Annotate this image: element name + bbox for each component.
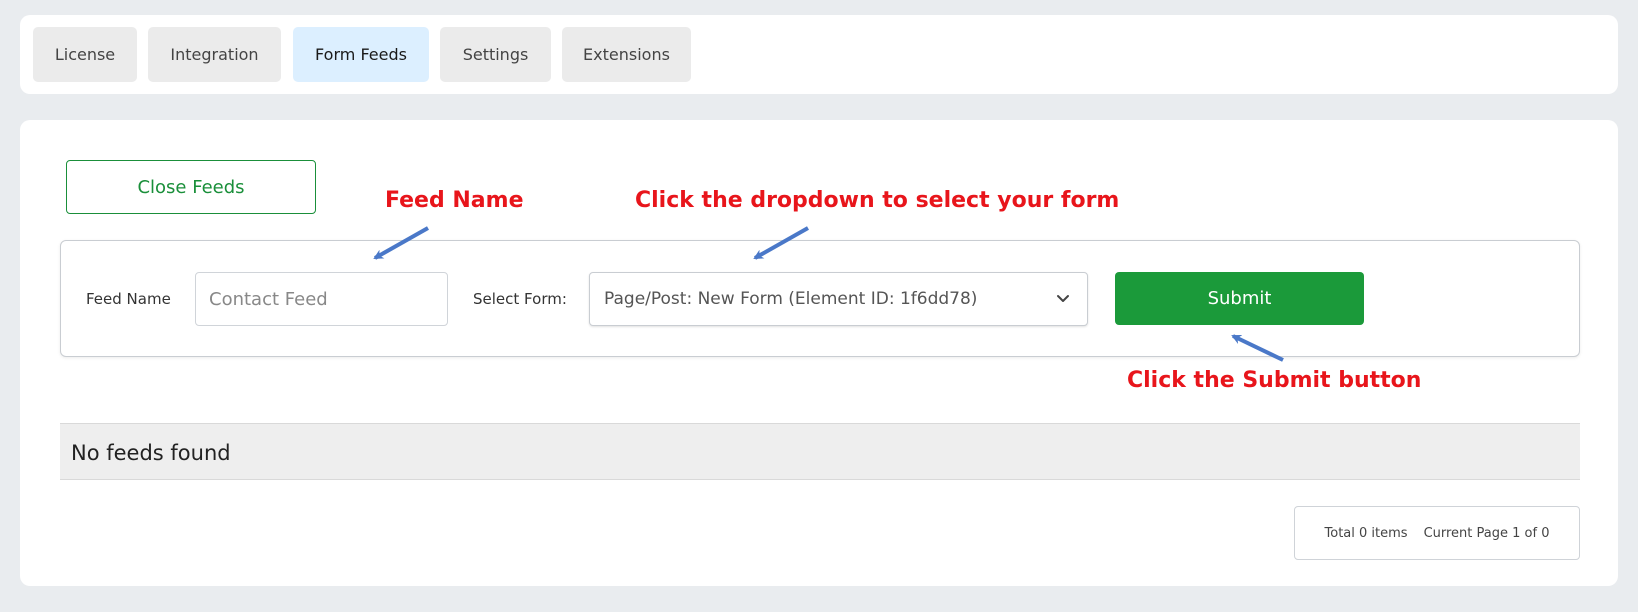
select-form-dropdown[interactable]: Page/Post: New Form (Element ID: 1f6dd78…	[589, 272, 1088, 326]
feed-form: Feed Name Select Form: Page/Post: New Fo…	[60, 240, 1580, 357]
annotation-feed-name: Feed Name	[385, 188, 524, 213]
annotation-dropdown: Click the dropdown to select your form	[635, 188, 1120, 213]
feed-name-input[interactable]	[195, 272, 448, 326]
tab-form-feeds[interactable]: Form Feeds	[293, 27, 429, 82]
tab-integration[interactable]: Integration	[148, 27, 281, 82]
empty-state-text: No feeds found	[71, 441, 231, 465]
tab-extensions[interactable]: Extensions	[562, 27, 691, 82]
chevron-down-icon	[1057, 295, 1069, 302]
annotation-submit: Click the Submit button	[1127, 368, 1422, 393]
tab-bar: License Integration Form Feeds Settings …	[20, 15, 1618, 94]
close-feeds-button[interactable]: Close Feeds	[66, 160, 316, 214]
total-items: Total 0 items	[1324, 525, 1408, 541]
select-form-label: Select Form:	[473, 290, 567, 308]
tab-license[interactable]: License	[33, 27, 137, 82]
current-page: Current Page 1 of 0	[1423, 525, 1550, 541]
tab-settings[interactable]: Settings	[440, 27, 551, 82]
select-form-value: Page/Post: New Form (Element ID: 1f6dd78…	[604, 289, 978, 309]
feeds-table: No feeds found	[60, 423, 1580, 480]
feed-name-label: Feed Name	[86, 290, 171, 308]
pagination: Total 0 items Current Page 1 of 0	[1294, 506, 1580, 560]
submit-button[interactable]: Submit	[1115, 272, 1364, 325]
